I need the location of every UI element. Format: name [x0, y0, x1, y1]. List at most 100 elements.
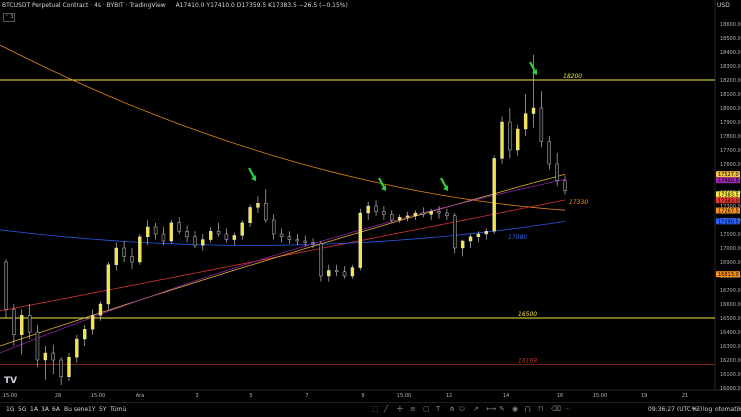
- y-tick-label: 16600.00: [720, 302, 741, 308]
- candle-body: [453, 215, 457, 249]
- candle-body: [51, 352, 55, 361]
- candle-body: [319, 243, 323, 277]
- y-tick-label: 18000.00: [720, 106, 741, 112]
- highlight-arrow-icon: [440, 177, 448, 191]
- candle-body: [122, 247, 126, 257]
- y-tick-label: 16500.00: [720, 316, 741, 322]
- candle-body: [563, 180, 567, 191]
- timeframe-6a[interactable]: 6A: [52, 406, 60, 413]
- candle-body: [12, 309, 16, 336]
- x-tick-label: 15:00: [91, 393, 105, 399]
- ohlc-readout: A17410.0 Y17410.0 D17359.5 K17383.5 −26.…: [175, 2, 348, 9]
- y-tick-label: 17800.00: [720, 134, 741, 140]
- rectangle-icon[interactable]: ▢: [423, 405, 430, 413]
- candle-body: [492, 158, 496, 232]
- timeframe-1y[interactable]: 1Y: [88, 406, 95, 413]
- candle-body: [114, 247, 118, 265]
- candle-body: [177, 222, 181, 232]
- candle-body: [413, 212, 418, 216]
- y-tick-label: 16000.00: [720, 386, 741, 392]
- crosshair-icon[interactable]: ✢: [397, 405, 403, 413]
- trendline-icon[interactable]: ╱: [384, 405, 388, 413]
- arrow-icon[interactable]: ↗: [473, 405, 479, 413]
- lock-icon[interactable]: ⊓: [538, 405, 543, 413]
- more-tools-icon[interactable]: ⋯: [564, 405, 571, 413]
- x-tick-label: 3: [195, 393, 198, 399]
- highlight-arrow-icon: [248, 167, 256, 181]
- candle-body: [138, 236, 142, 263]
- candle-body: [303, 240, 307, 243]
- timeframe-5y[interactable]: 5Y: [99, 406, 106, 413]
- timeframe-1a[interactable]: 1A: [30, 406, 38, 413]
- candle-body: [547, 141, 551, 165]
- symbol-title[interactable]: BTCUSDT Perpetual Contract · 4s · BYBIT …: [2, 2, 166, 9]
- candle-body: [468, 236, 473, 242]
- candle-body: [20, 315, 24, 336]
- auto-scale-toggle[interactable]: otomatik: [715, 406, 741, 413]
- ellipse-icon[interactable]: ⬭: [459, 405, 465, 414]
- candle-body: [185, 230, 189, 237]
- candle-body: [311, 242, 315, 244]
- candle-body: [555, 163, 559, 181]
- candle-body: [287, 236, 292, 240]
- y-tick-label: 18100.00: [720, 92, 741, 98]
- timeframe-1g[interactable]: 1G: [6, 406, 14, 413]
- y-tick-label: 18500.00: [720, 36, 741, 42]
- eye-icon[interactable]: ◉: [512, 405, 518, 413]
- text-icon[interactable]: T: [436, 405, 440, 413]
- level-label: 18200: [563, 73, 582, 80]
- timeframe-3a[interactable]: 3A: [41, 406, 49, 413]
- measure-icon[interactable]: ⟷: [486, 405, 496, 413]
- collapse-indicators-button[interactable]: ⌃ 3: [3, 13, 15, 22]
- candle-body: [98, 303, 103, 316]
- candle-body: [295, 239, 300, 242]
- candle-body: [153, 226, 158, 235]
- candle-body: [405, 215, 410, 218]
- candle-body: [67, 357, 71, 378]
- cursor-icon[interactable]: ⬚: [372, 405, 379, 413]
- percent-toggle[interactable]: %: [692, 406, 698, 413]
- magnet-icon[interactable]: ⋂: [525, 405, 531, 413]
- candle-body: [437, 211, 441, 214]
- y-tick-label: 16100.00: [720, 372, 741, 378]
- candle-body: [43, 352, 48, 361]
- candle-body: [75, 338, 79, 358]
- candle-body: [161, 233, 166, 242]
- candle-body: [374, 205, 378, 212]
- candle-body: [366, 205, 370, 214]
- log-toggle[interactable]: log: [703, 406, 712, 413]
- candle-body: [342, 271, 347, 277]
- moving-average-line: [0, 221, 566, 246]
- candle-body: [358, 212, 362, 268]
- y-tick-label: 16400.00: [720, 330, 741, 336]
- timeframe-5g[interactable]: 5G: [18, 406, 26, 413]
- candle-body: [256, 202, 260, 208]
- x-tick-label: 15:00: [397, 393, 411, 399]
- x-tick-label: 16: [557, 393, 563, 399]
- candle-body: [130, 256, 134, 263]
- price-badge-label: 17490.5: [718, 178, 739, 184]
- candle-body: [224, 233, 229, 240]
- candle-body: [279, 233, 284, 237]
- candle-body: [216, 230, 221, 235]
- price-chart[interactable]: 18600.00 18500.00 18400.00 18300.00 18200.00…: [0, 0, 741, 402]
- pitchfork-icon[interactable]: ⋔: [449, 405, 455, 413]
- timeframe-bu-sene[interactable]: Bu sene: [64, 406, 88, 413]
- trash-icon[interactable]: ⌫: [551, 405, 561, 413]
- timeframe-all[interactable]: Tümü: [110, 406, 126, 413]
- fib-icon[interactable]: ≡: [410, 405, 416, 413]
- y-tick-label: 18200.00: [720, 78, 741, 84]
- ma-value-label: 17330: [569, 199, 588, 206]
- x-tick-label: 28: [55, 393, 61, 399]
- candle-body: [146, 226, 150, 238]
- x-tick-label: 7: [305, 393, 308, 399]
- candle-body: [201, 239, 205, 246]
- candle-body: [500, 121, 504, 159]
- moving-average-line: [0, 44, 566, 211]
- x-tick-label: 19: [641, 393, 647, 399]
- x-tick-label: 21: [682, 393, 688, 399]
- currency-label[interactable]: USD: [717, 2, 730, 9]
- ma-value-label: 17080: [508, 234, 527, 241]
- x-tick-label: Ara: [136, 393, 145, 399]
- brush-icon[interactable]: ✎: [499, 405, 505, 413]
